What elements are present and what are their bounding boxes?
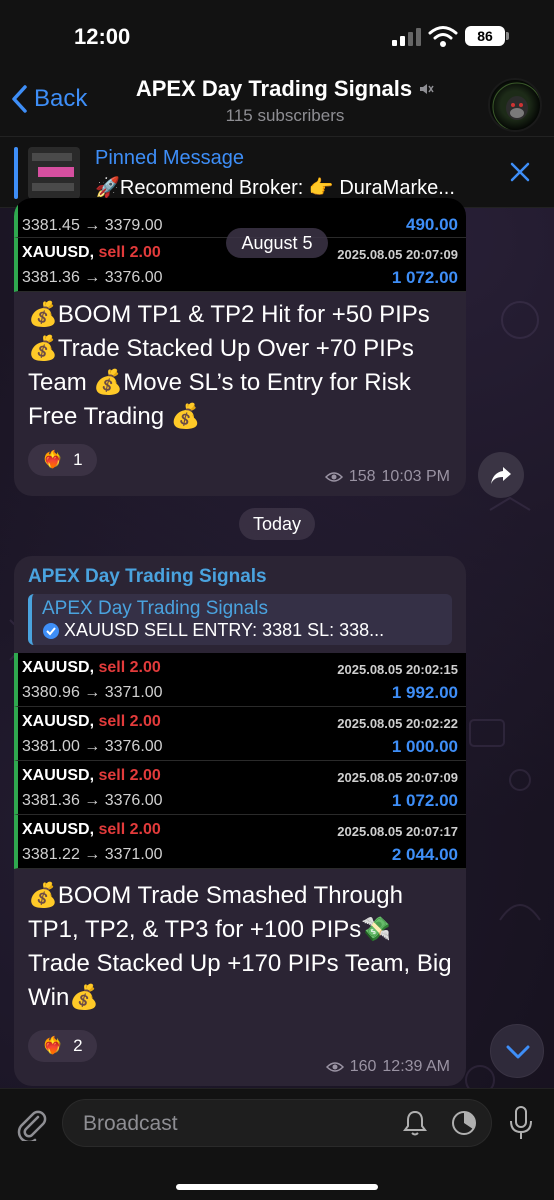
chevron-down-icon [506, 1045, 530, 1059]
date-separator: August 5 [226, 228, 328, 258]
trade-date: 2025.08.05 20:02:22 [337, 716, 458, 731]
chevron-left-icon [12, 85, 27, 113]
wifi-icon [428, 26, 458, 47]
table-row: XAUUSD, sell 2.00 2025.08.05 20:07:09 33… [14, 761, 466, 815]
channel-avatar[interactable] [488, 78, 542, 132]
trade-symbol: XAUUSD, sell 2.00 [22, 767, 161, 784]
pinned-title: Pinned Message [95, 147, 244, 169]
message-time: 10:03 PM [381, 468, 450, 485]
pinned-thumbnail [28, 147, 80, 199]
paperclip-icon[interactable] [14, 1107, 48, 1141]
message-text: 💰BOOM TP1 & TP2 Hit for +50 PIPs 💰Trade … [28, 301, 430, 430]
status-bar: 12:00 86 [0, 0, 554, 68]
date-separator: Today [239, 508, 315, 540]
trade-prices: 3381.45 → 3379.00 [22, 217, 163, 234]
muted-speaker-icon [420, 84, 434, 94]
trade-date: 2025.08.05 20:07:17 [337, 824, 458, 839]
eye-icon [325, 1062, 344, 1072]
view-count: 158 [348, 468, 376, 485]
view-count: 160 [349, 1058, 377, 1075]
share-arrow-icon [491, 467, 511, 484]
pinned-indicator [14, 147, 18, 199]
trade-symbol: XAUUSD, sell 2.00 [22, 244, 161, 261]
message-meta: 158 10:03 PM [324, 468, 450, 486]
message-bubble[interactable]: APEX Day Trading Signals APEX Day Tradin… [14, 556, 466, 1086]
scroll-to-bottom-button[interactable] [490, 1024, 544, 1078]
trade-date: 2025.08.05 20:07:09 [337, 247, 458, 262]
timer-icon[interactable] [450, 1109, 478, 1137]
fire-heart-icon: ❤️‍🔥 [42, 450, 64, 469]
back-label: Back [34, 85, 88, 112]
trade-profit: 1 992.00 [391, 683, 458, 702]
reply-title: APEX Day Trading Signals [42, 598, 269, 619]
trade-table-image: XAUUSD, sell 2.00 2025.08.05 20:02:15 33… [14, 653, 466, 869]
trade-symbol: XAUUSD, sell 2.00 [22, 713, 161, 730]
trade-prices: 3381.22 → 3371.00 [22, 846, 163, 863]
message-time: 12:39 AM [382, 1058, 450, 1075]
trade-profit: 1 072.00 [391, 791, 458, 810]
reply-text: XAUUSD SELL ENTRY: 3381 SL: 338... [64, 620, 385, 640]
trade-prices: 3380.96 → 3371.00 [22, 684, 163, 701]
status-time: 12:00 [74, 24, 131, 49]
trade-side: sell 2.00 [98, 659, 161, 676]
verified-check-icon [43, 622, 59, 639]
trade-profit: 490.00 [406, 215, 458, 234]
reply-quote[interactable]: APEX Day Trading Signals XAUUSD SELL ENT… [28, 594, 452, 645]
back-button[interactable]: Back [10, 84, 87, 114]
share-button[interactable] [478, 452, 524, 498]
fire-heart-icon: ❤️‍🔥 [42, 1036, 64, 1055]
trade-profit: 1 000.00 [391, 737, 458, 756]
cellular-signal-icon [392, 28, 422, 46]
trade-side: sell 2.00 [98, 244, 161, 261]
battery-cap [506, 32, 509, 40]
reaction-chip[interactable]: ❤️‍🔥 1 [28, 444, 97, 476]
trade-symbol: XAUUSD, sell 2.00 [22, 821, 161, 838]
trade-profit: 2 044.00 [391, 845, 458, 864]
trade-date: 2025.08.05 20:02:15 [337, 662, 458, 677]
trade-side: sell 2.00 [98, 713, 161, 730]
trade-symbol: XAUUSD, sell 2.00 [22, 659, 161, 676]
trade-prices: 3381.36 → 3376.00 [22, 792, 163, 809]
input-placeholder: Broadcast [83, 1112, 178, 1135]
channel-title: APEX Day Trading Signals [135, 76, 413, 101]
home-indicator [176, 1184, 378, 1190]
message-text: 💰BOOM Trade Smashed Through TP1, TP2, & … [28, 882, 452, 1011]
message-sender[interactable]: APEX Day Trading Signals [14, 556, 466, 594]
close-icon[interactable] [508, 160, 532, 184]
message-meta: 160 12:39 AM [325, 1058, 450, 1076]
trade-prices: 3381.36 → 3376.00 [22, 269, 163, 286]
reaction-count: 1 [73, 450, 83, 469]
trade-profit: 1 072.00 [391, 268, 458, 287]
table-row: XAUUSD, sell 2.00 2025.08.05 20:02:15 33… [14, 653, 466, 707]
microphone-icon[interactable] [508, 1105, 534, 1141]
trade-side: sell 2.00 [98, 821, 161, 838]
bell-icon[interactable] [402, 1109, 428, 1137]
channel-info[interactable]: APEX Day Trading Signals 115 subscribers [120, 76, 450, 126]
table-row: XAUUSD, sell 2.00 2025.08.05 20:02:22 33… [14, 707, 466, 761]
eye-icon [324, 472, 343, 482]
chat-header: Back APEX Day Trading Signals 115 subscr… [0, 68, 554, 136]
reply-text-row: XAUUSD SELL ENTRY: 3381 SL: 338... [42, 620, 437, 641]
table-row: XAUUSD, sell 2.00 2025.08.05 20:07:17 33… [14, 815, 466, 869]
reaction-count: 2 [73, 1036, 83, 1055]
trade-prices: 3381.00 → 3376.00 [22, 738, 163, 755]
reaction-chip[interactable]: ❤️‍🔥 2 [28, 1030, 97, 1062]
pinned-text: 🚀Recommend Broker: 👉 DuraMarke... [95, 177, 455, 199]
trade-date: 2025.08.05 20:07:09 [337, 770, 458, 785]
trade-side: sell 2.00 [98, 767, 161, 784]
battery-indicator: 86 [465, 26, 505, 46]
subscriber-count: 115 subscribers [225, 106, 345, 125]
